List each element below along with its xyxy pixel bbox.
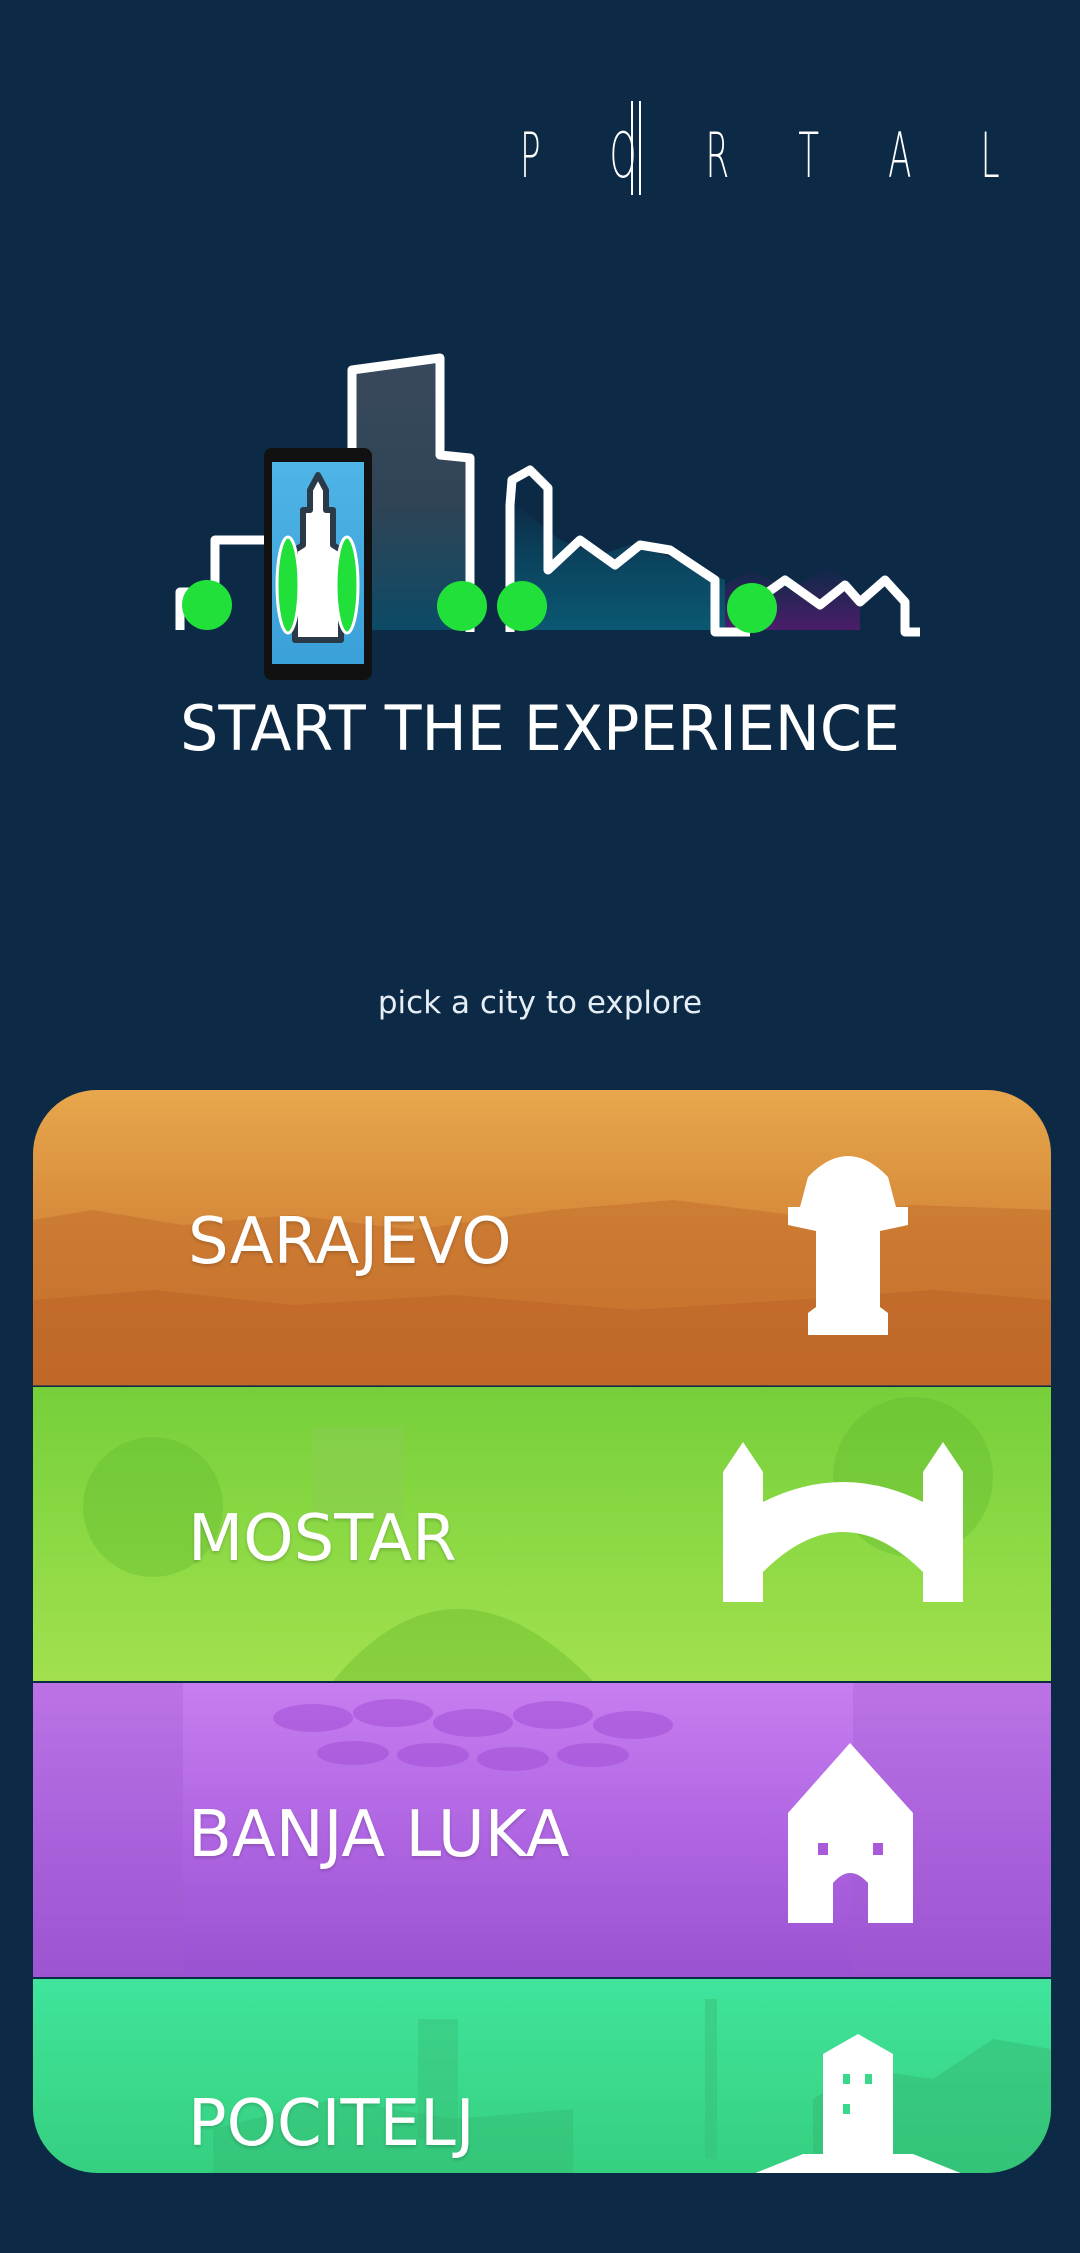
city-list: SARAJEVO MOSTAR BANJA LUKA POCITELJ — [33, 1090, 1051, 2173]
start-experience-button[interactable]: START THE EXPERIENCE — [16, 692, 1064, 765]
city-card-mostar[interactable]: MOSTAR — [33, 1387, 1051, 1681]
city-name: POCITELJ — [188, 2087, 475, 2161]
city-card-pocitelj[interactable]: POCITELJ — [33, 1979, 1051, 2173]
sebilj-fountain-icon — [788, 1156, 908, 1335]
city-name: SARAJEVO — [188, 1205, 512, 1279]
portal-logo: P O R T A L — [520, 101, 1000, 195]
logo-divider-mark — [631, 101, 641, 195]
city-name: BANJA LUKA — [188, 1798, 570, 1872]
pick-city-caption: pick a city to explore — [377, 985, 703, 1021]
city-name: MOSTAR — [188, 1502, 457, 1576]
city-card-sarajevo[interactable]: SARAJEVO — [33, 1090, 1051, 1386]
city-card-banja-luka[interactable]: BANJA LUKA — [33, 1683, 1051, 1977]
castle-tower-icon — [788, 1743, 913, 1923]
city-skyline-phone-icon[interactable] — [160, 340, 940, 690]
fortress-tower-icon — [755, 2034, 961, 2173]
old-bridge-icon — [723, 1442, 963, 1602]
